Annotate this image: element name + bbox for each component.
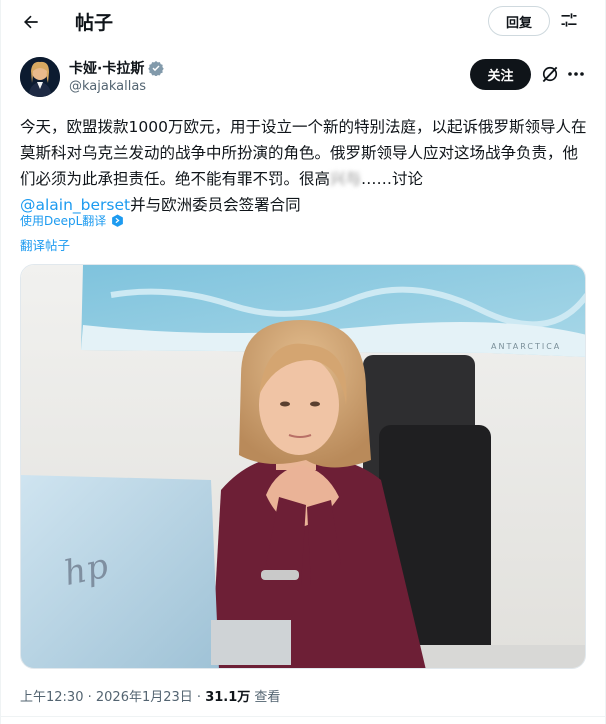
- divider: [1, 716, 606, 717]
- top-bar: 帖子 回复: [1, 0, 606, 44]
- dot-separator: ·: [196, 690, 206, 705]
- translated-by-label: 使用DeepL翻译: [20, 214, 107, 228]
- post-text-main: 今天，欧盟拨款1000万欧元，用于设立一个新的特别法庭，以起诉俄罗斯领导人在莫斯…: [20, 118, 587, 188]
- post-body: 今天，欧盟拨款1000万欧元，用于设立一个新的特别法庭，以起诉俄罗斯领导人在莫斯…: [20, 114, 590, 218]
- post-date[interactable]: 2026年1月23日: [96, 690, 193, 705]
- post-time[interactable]: 上午12:30: [20, 690, 83, 705]
- translate-post-link[interactable]: 翻译帖子: [20, 235, 70, 254]
- photo-image: ANTARCTICA hp: [21, 265, 585, 668]
- author-handle[interactable]: @kajakallas: [69, 79, 146, 94]
- post-meta: 上午12:30 · 2026年1月23日 · 31.1万 查看: [20, 686, 280, 705]
- post-detail-page: 帖子 回复 卡娅·卡拉斯 @kajakallas 关注 今天，欧盟拨款1000万…: [0, 0, 606, 724]
- translation-note[interactable]: 使用DeepL翻译: [20, 212, 124, 229]
- back-button[interactable]: [13, 4, 49, 40]
- verified-badge-icon: [148, 60, 165, 76]
- post-text-end: 并与欧洲委员会签署合同: [130, 196, 301, 214]
- adjust-settings-button[interactable]: [555, 6, 583, 34]
- views-label: 查看: [254, 690, 281, 705]
- sliders-icon: [561, 13, 577, 27]
- follow-button[interactable]: 关注: [470, 59, 531, 90]
- post-photo[interactable]: ANTARCTICA hp: [20, 264, 586, 669]
- page-title: 帖子: [75, 12, 114, 34]
- post-text-continued: ……讨论: [361, 170, 424, 188]
- author-name-text: 卡娅·卡拉斯: [69, 61, 145, 77]
- post-text-obscured: 兴与: [330, 170, 362, 188]
- author-name[interactable]: 卡娅·卡拉斯: [69, 58, 165, 78]
- avatar-image: [20, 57, 60, 97]
- map-label: ANTARCTICA: [491, 342, 561, 351]
- view-count: 31.1万: [205, 690, 251, 705]
- reply-button[interactable]: 回复: [488, 6, 550, 36]
- dot-separator: ·: [87, 690, 96, 705]
- more-options-icon[interactable]: [566, 64, 586, 84]
- grok-icon[interactable]: [540, 64, 560, 84]
- arrow-left-icon: [24, 15, 38, 29]
- deepl-icon: [112, 214, 124, 227]
- avatar[interactable]: [20, 57, 60, 97]
